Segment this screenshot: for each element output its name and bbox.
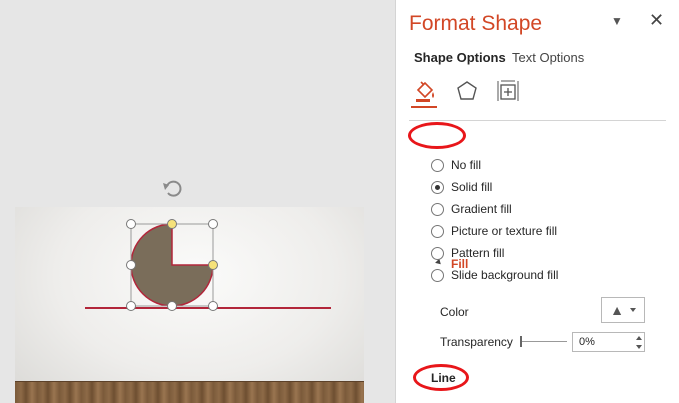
spin-up-icon[interactable] <box>636 336 642 340</box>
radio-button[interactable] <box>431 246 444 260</box>
transparency-slider-thumb[interactable] <box>520 336 522 347</box>
radio-picture-texture-fill[interactable]: Picture or texture fill <box>431 223 557 239</box>
format-shape-pane: Format Shape ▼ ✕ Shape Options Text Opti… <box>395 0 679 403</box>
tab-shape-options[interactable]: Shape Options <box>414 50 506 65</box>
resize-handle[interactable] <box>126 301 136 311</box>
adjust-handle[interactable] <box>167 219 177 229</box>
radio-button[interactable] <box>431 202 444 216</box>
radio-button[interactable] <box>431 158 444 172</box>
radio-label: Picture or texture fill <box>451 224 558 238</box>
radio-label: Slide background fill <box>451 268 559 282</box>
divider <box>409 120 666 121</box>
paint-bucket-icon: ▲ <box>610 302 624 318</box>
annotation-highlight-ring <box>413 364 469 391</box>
pane-options-dropdown-icon[interactable]: ▼ <box>611 14 623 28</box>
selection-overlay <box>126 180 218 311</box>
rotate-handle-icon[interactable] <box>163 180 182 197</box>
radio-label: Gradient fill <box>451 202 512 216</box>
annotation-highlight-ring <box>408 122 466 149</box>
radio-button[interactable] <box>431 268 444 282</box>
radio-button-selected[interactable] <box>431 180 444 194</box>
tab-text-options[interactable]: Text Options <box>512 50 584 65</box>
fill-line-icon[interactable] <box>412 78 438 104</box>
radio-no-fill[interactable]: No fill <box>431 157 481 173</box>
spin-down-icon[interactable] <box>636 345 642 349</box>
radio-label: No fill <box>451 158 482 172</box>
radio-label: Pattern fill <box>451 246 505 260</box>
size-properties-icon[interactable] <box>494 78 520 104</box>
transparency-slider-track[interactable] <box>522 341 567 342</box>
chevron-down-icon <box>629 308 636 312</box>
pane-title: Format Shape <box>409 12 543 35</box>
radio-label: Solid fill <box>451 180 493 194</box>
adjust-handle[interactable] <box>208 260 218 270</box>
transparency-input[interactable]: 0% <box>572 332 645 352</box>
close-icon[interactable]: ✕ <box>649 10 664 31</box>
radio-slide-background-fill[interactable]: Slide background fill <box>431 267 558 283</box>
resize-handle[interactable] <box>208 301 218 311</box>
radio-button[interactable] <box>431 224 444 238</box>
radio-pattern-fill[interactable]: Pattern fill <box>431 245 504 261</box>
resize-handle[interactable] <box>126 260 136 270</box>
selected-category-indicator <box>411 106 437 108</box>
radio-solid-fill[interactable]: Solid fill <box>431 179 492 195</box>
resize-handle[interactable] <box>208 219 218 229</box>
pie-shape[interactable] <box>130 223 214 307</box>
slide-canvas <box>0 0 395 403</box>
color-picker-button[interactable]: ▲ <box>601 297 645 323</box>
color-label: Color <box>440 305 469 319</box>
resize-handle[interactable] <box>126 219 136 229</box>
resize-handle[interactable] <box>167 301 177 311</box>
effects-icon[interactable] <box>454 78 480 104</box>
radio-gradient-fill[interactable]: Gradient fill <box>431 201 512 217</box>
transparency-label: Transparency <box>440 335 513 349</box>
